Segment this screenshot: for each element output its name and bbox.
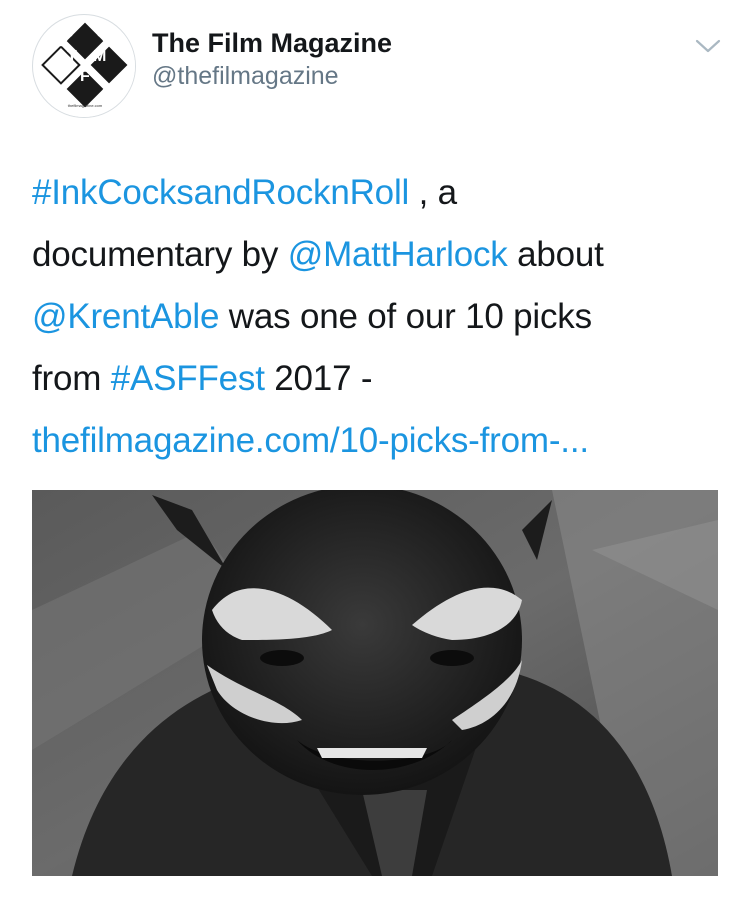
svg-text:M: M	[93, 48, 106, 65]
tweet-text-segment: , a	[409, 173, 458, 212]
tweet-line: documentary by @MattHarlock about	[32, 224, 722, 286]
tweet-text-segment: documentary by	[32, 235, 288, 274]
tweet-text-segment: from	[32, 359, 111, 398]
tweet-line: from #ASFFest 2017 -	[32, 348, 722, 410]
tweet-text-segment: was one of our 10 picks	[219, 297, 592, 336]
svg-text:T: T	[67, 48, 77, 65]
film-magazine-logo: T M F thefilmagazine.com	[34, 16, 135, 117]
url-link[interactable]: thefilmagazine.com/10-picks-from-...	[32, 421, 589, 460]
avatar-caption: thefilmagazine.com	[68, 103, 103, 108]
svg-text:F: F	[80, 68, 90, 85]
tweet-line: @KrentAble was one of our 10 picks	[32, 286, 722, 348]
tweet-line: #InkCocksandRocknRoll , a	[32, 162, 722, 224]
tweet-text: #InkCocksandRocknRoll , a documentary by…	[32, 162, 722, 472]
film-still-image	[32, 490, 718, 876]
avatar[interactable]: T M F thefilmagazine.com	[32, 14, 136, 118]
mention-link[interactable]: @KrentAble	[32, 297, 219, 336]
hashtag-link[interactable]: #InkCocksandRocknRoll	[32, 173, 409, 212]
chevron-down-icon[interactable]	[694, 36, 722, 56]
tweet-card: T M F thefilmagazine.com The Film Magazi…	[0, 0, 750, 904]
tweet-media-image[interactable]	[32, 490, 718, 876]
author-block: The Film Magazine @thefilmagazine	[152, 26, 392, 92]
tweet-line: thefilmagazine.com/10-picks-from-...	[32, 410, 722, 472]
tweet-text-segment: 2017 -	[264, 359, 373, 398]
user-handle[interactable]: @thefilmagazine	[152, 60, 392, 92]
display-name[interactable]: The Film Magazine	[152, 26, 392, 60]
tweet-text-segment: about	[507, 235, 604, 274]
hashtag-link[interactable]: #ASFFest	[111, 359, 265, 398]
mention-link[interactable]: @MattHarlock	[288, 235, 508, 274]
